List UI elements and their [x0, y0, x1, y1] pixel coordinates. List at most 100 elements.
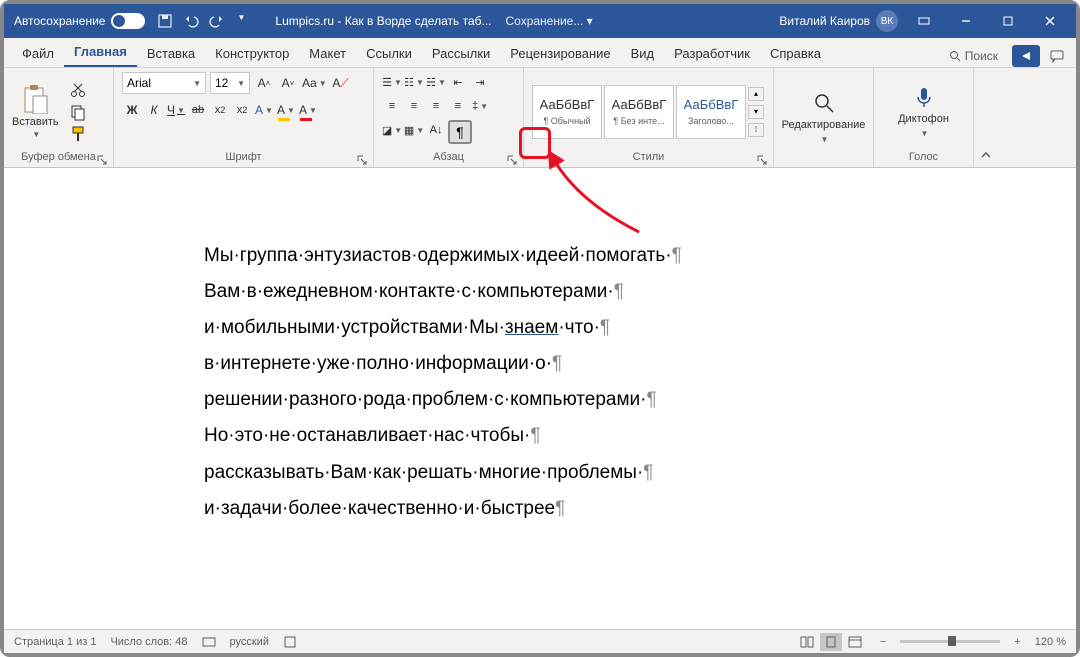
style-no-spacing[interactable]: АаБбВвГ¶ Без инте...	[604, 85, 674, 139]
document-line[interactable]: и·мобильными·устройствами·Мы·знаем·что·¶	[204, 310, 876, 346]
autosave-toggle[interactable]: Автосохранение	[14, 13, 145, 29]
format-painter-icon[interactable]	[69, 125, 87, 143]
tab-review[interactable]: Рецензирование	[500, 40, 620, 67]
shading-button[interactable]: ◪▼	[382, 120, 402, 140]
language-indicator[interactable]: русский	[230, 636, 269, 648]
highlight-button[interactable]: A▼	[276, 100, 296, 120]
read-mode-button[interactable]	[796, 633, 818, 651]
superscript-button[interactable]: x2	[232, 100, 252, 120]
toggle-switch-icon[interactable]	[111, 13, 145, 29]
borders-button[interactable]: ▦▼	[404, 120, 424, 140]
collapse-ribbon-button[interactable]	[974, 68, 998, 167]
saving-status[interactable]: Сохранение... ▾	[505, 14, 592, 28]
tab-file[interactable]: Файл	[12, 40, 64, 67]
tab-developer[interactable]: Разработчик	[664, 40, 760, 67]
clear-formatting-button[interactable]: A⟋	[331, 73, 351, 93]
clipboard-icon	[21, 84, 49, 114]
dialog-launcher-icon[interactable]	[357, 155, 367, 165]
web-layout-button[interactable]	[844, 633, 866, 651]
cut-icon[interactable]	[69, 81, 87, 99]
multilevel-button[interactable]: ☵▼	[426, 72, 446, 92]
document-line[interactable]: Мы·группа·энтузиастов·одержимых·идеей·по…	[204, 238, 876, 274]
group-editing: Редактирование▼	[774, 68, 874, 167]
tab-help[interactable]: Справка	[760, 40, 831, 67]
zoom-in-button[interactable]: +	[1014, 636, 1020, 648]
style-normal[interactable]: АаБбВвГ¶ Обычный	[532, 85, 602, 139]
align-left-button[interactable]: ≡	[382, 96, 402, 116]
ribbon-mode-icon[interactable]	[904, 7, 944, 35]
tab-references[interactable]: Ссылки	[356, 40, 422, 67]
zoom-out-button[interactable]: −	[880, 636, 886, 648]
ribbon: Вставить▼ Буфер обмена Arial▼ 12▼ A˄ A˅ …	[4, 68, 1076, 168]
document-line[interactable]: Но·это·не·останавливает·нас·чтобы·¶	[204, 418, 876, 454]
undo-icon[interactable]	[183, 13, 199, 29]
editing-button[interactable]: Редактирование▼	[782, 91, 866, 144]
align-center-button[interactable]: ≡	[404, 96, 424, 116]
print-layout-button[interactable]	[820, 633, 842, 651]
strikethrough-button[interactable]: ab	[188, 100, 208, 120]
find-icon	[812, 91, 836, 115]
document-page[interactable]: Мы·группа·энтузиастов·одержимых·идеей·по…	[44, 188, 1036, 577]
search-icon	[949, 50, 961, 62]
redo-icon[interactable]	[209, 13, 225, 29]
bullets-button[interactable]: ☰▼	[382, 72, 402, 92]
save-icon[interactable]	[157, 13, 173, 29]
page-indicator[interactable]: Страница 1 из 1	[14, 636, 96, 648]
tab-home[interactable]: Главная	[64, 38, 137, 67]
line-spacing-button[interactable]: ‡▼	[470, 96, 490, 116]
spellcheck-icon[interactable]	[202, 635, 216, 649]
shrink-font-button[interactable]: A˅	[278, 73, 298, 93]
maximize-button[interactable]	[988, 7, 1028, 35]
document-line[interactable]: в·интернете·уже·полно·информации·о·¶	[204, 346, 876, 382]
document-line[interactable]: Вам·в·ежедневном·контакте·с·компьютерами…	[204, 274, 876, 310]
tab-mailings[interactable]: Рассылки	[422, 40, 500, 67]
copy-icon[interactable]	[69, 103, 87, 121]
paste-button[interactable]: Вставить▼	[12, 84, 59, 139]
change-case-button[interactable]: Aa▼	[302, 73, 327, 93]
close-button[interactable]	[1030, 7, 1070, 35]
macro-icon[interactable]	[283, 635, 297, 649]
increase-indent-button[interactable]: ⇥	[470, 72, 490, 92]
numbering-button[interactable]: ☷▼	[404, 72, 424, 92]
comments-button[interactable]	[1046, 45, 1068, 67]
minimize-button[interactable]	[946, 7, 986, 35]
sort-button[interactable]: A↓	[426, 120, 446, 140]
search-box[interactable]: Поиск	[941, 46, 1006, 66]
dialog-launcher-icon[interactable]	[97, 155, 107, 165]
dictate-button[interactable]: Диктофон▼	[898, 85, 949, 138]
text-effects-button[interactable]: A▼	[254, 100, 274, 120]
underline-button[interactable]: Ч▼	[166, 100, 186, 120]
justify-button[interactable]: ≡	[448, 96, 468, 116]
document-line[interactable]: и·задачи·более·качественно·и·быстрее¶	[204, 491, 876, 527]
align-right-button[interactable]: ≡	[426, 96, 446, 116]
zoom-slider[interactable]	[900, 640, 1000, 643]
group-font: Arial▼ 12▼ A˄ A˅ Aa▼ A⟋ Ж К Ч▼ ab x2 x2 …	[114, 68, 374, 167]
show-hide-formatting-button[interactable]: ¶	[448, 120, 472, 144]
font-color-button[interactable]: A▼	[298, 100, 318, 120]
dialog-launcher-icon[interactable]	[757, 155, 767, 165]
document-area[interactable]: Мы·группа·энтузиастов·одержимых·идеей·по…	[4, 168, 1076, 629]
word-count[interactable]: Число слов: 48	[110, 636, 187, 648]
share-button[interactable]	[1012, 45, 1040, 67]
group-voice: Диктофон▼ Голос	[874, 68, 974, 167]
document-line[interactable]: решении·разного·рода·проблем·с·компьютер…	[204, 382, 876, 418]
qat-dropdown-icon[interactable]: ▼	[237, 13, 245, 29]
tab-layout[interactable]: Макет	[299, 40, 356, 67]
tab-view[interactable]: Вид	[621, 40, 665, 67]
styles-more[interactable]: ▴▾⁞	[748, 85, 764, 139]
zoom-level[interactable]: 120 %	[1035, 636, 1066, 648]
document-line[interactable]: рассказывать·Вам·как·решать·многие·пробл…	[204, 455, 876, 491]
italic-button[interactable]: К	[144, 100, 164, 120]
font-name-combo[interactable]: Arial▼	[122, 72, 206, 94]
decrease-indent-button[interactable]: ⇤	[448, 72, 468, 92]
grow-font-button[interactable]: A˄	[254, 73, 274, 93]
tab-design[interactable]: Конструктор	[205, 40, 299, 67]
style-heading1[interactable]: АаБбВвГЗаголово...	[676, 85, 746, 139]
group-styles: АаБбВвГ¶ Обычный АаБбВвГ¶ Без инте... Аа…	[524, 68, 774, 167]
subscript-button[interactable]: x2	[210, 100, 230, 120]
dialog-launcher-icon[interactable]	[507, 155, 517, 165]
font-size-combo[interactable]: 12▼	[210, 72, 250, 94]
bold-button[interactable]: Ж	[122, 100, 142, 120]
tab-insert[interactable]: Вставка	[137, 40, 205, 67]
user-account[interactable]: Виталий Каиров ВК	[779, 10, 898, 32]
